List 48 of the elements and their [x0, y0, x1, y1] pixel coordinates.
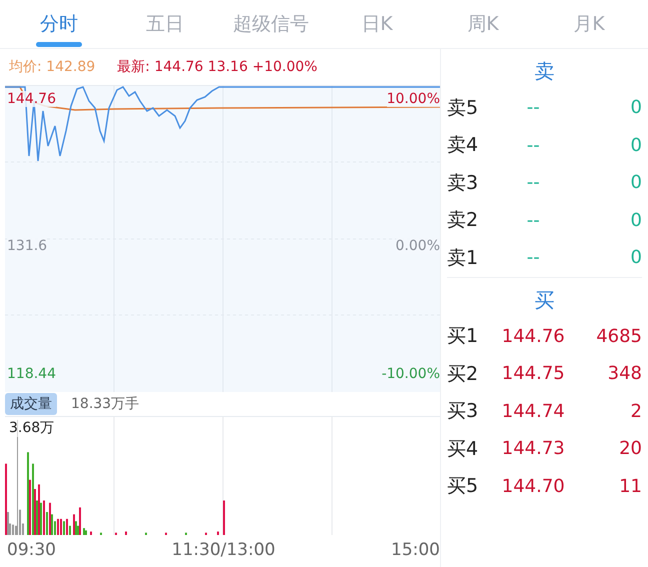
order-price: 144.75 [500, 363, 566, 384]
price-axis-label: 144.76 [7, 91, 56, 107]
order-volume: 0 [630, 210, 642, 231]
tab[interactable]: 月K [536, 0, 642, 48]
percent-axis-label: 10.00% [386, 91, 440, 107]
order-price: -- [526, 247, 541, 268]
order-volume: 0 [630, 97, 642, 118]
volume-total: 18.33万手 [71, 395, 140, 413]
time-label: 11:30/13:00 [172, 540, 276, 560]
order-side-title: 买 [534, 286, 554, 314]
order-volume: 0 [630, 247, 642, 268]
order-volume: 11 [618, 476, 642, 497]
order-price: 144.70 [500, 476, 566, 497]
order-price: 144.76 [500, 326, 566, 347]
order-level-label: 买5 [447, 474, 480, 500]
tab[interactable]: 分时 [6, 0, 112, 48]
order-price: -- [526, 134, 541, 156]
order-level-label: 卖5 [447, 96, 480, 121]
volume-max-label: 3.68万 [9, 419, 54, 437]
order-volume: 0 [630, 172, 642, 194]
order-volume: 348 [606, 363, 642, 384]
order-level-label: 买4 [447, 436, 480, 462]
order-volume: 2 [630, 400, 642, 422]
order-level-label: 卖3 [447, 170, 480, 196]
order-price: 144.73 [500, 438, 566, 460]
time-label: 15:00 [391, 540, 440, 560]
tab[interactable]: 周K [430, 0, 536, 48]
order-side-title: 卖 [534, 58, 554, 85]
order-level-label: 买1 [447, 324, 480, 350]
order-level-label: 买2 [447, 362, 480, 387]
order-level-label: 买3 [447, 399, 480, 424]
volume-tag: 成交量 [5, 393, 57, 415]
order-price: -- [526, 210, 541, 231]
tab[interactable]: 超级信号 [218, 0, 324, 48]
order-level-label: 卖4 [447, 133, 480, 158]
tab[interactable]: 日K [324, 0, 430, 48]
order-volume: 20 [618, 438, 642, 460]
tab[interactable]: 五日 [112, 0, 218, 48]
order-volume: 0 [630, 134, 642, 156]
order-level-label: 卖1 [447, 246, 480, 271]
order-price: 144.74 [500, 400, 566, 422]
average-price: 均价: 142.89 [9, 58, 96, 76]
order-price: -- [526, 97, 541, 118]
order-volume: 4685 [595, 326, 642, 347]
latest-price: 最新: 144.76 13.16 +10.00% [117, 58, 318, 76]
time-label: 09:30 [7, 540, 56, 560]
order-price: -- [526, 172, 541, 194]
order-level-label: 卖2 [447, 208, 480, 234]
